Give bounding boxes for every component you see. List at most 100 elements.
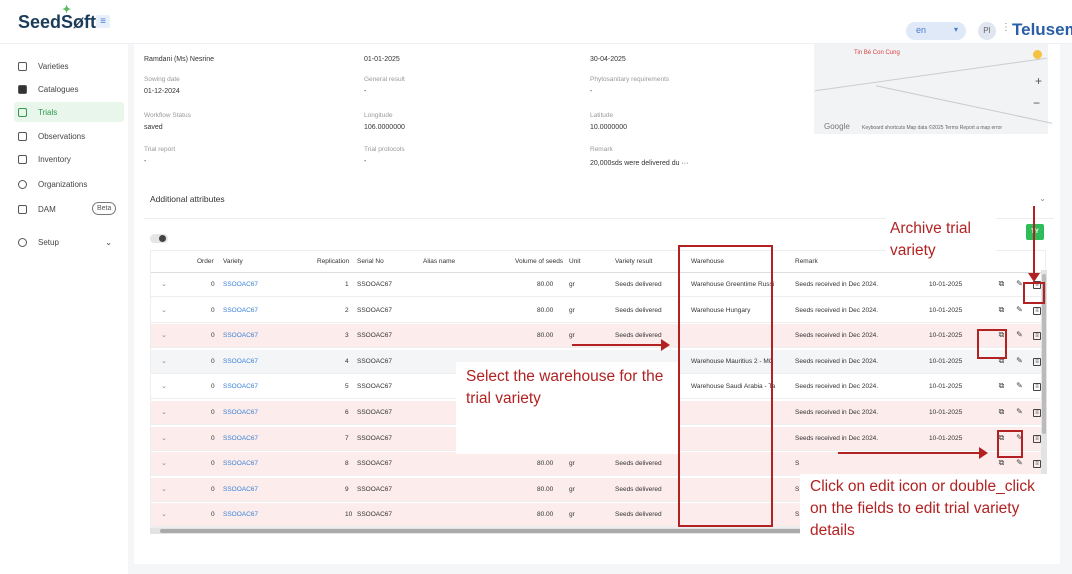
copy-icon[interactable]: ⧉ (997, 381, 1006, 391)
cell-variety[interactable]: SSOOAC67 (223, 307, 258, 314)
sidebar-item-observations[interactable]: Observations (18, 126, 118, 146)
cell-serial[interactable]: SSOOAC67 (357, 383, 392, 390)
menu-toggle-icon[interactable]: ≡ (96, 15, 110, 28)
cell-remark[interactable]: S (795, 460, 799, 467)
avatar[interactable]: PI (978, 22, 996, 40)
cell-variety[interactable]: SSOOAC67 (223, 409, 258, 416)
cell-remark[interactable]: Seeds received in Dec 2024. (795, 435, 878, 442)
table-row[interactable]: ⌄ 0 SSOOAC67 2 SSOOAC67 80.00 gr Seeds delivere… (151, 299, 1045, 323)
table-row[interactable]: ⌄ 0 SSOOAC67 1 SSOOAC67 80.00 gr Seeds delivere… (151, 273, 1045, 297)
location-map[interactable]: Tin Bé Con Cung + − Google Keyboard shor… (814, 44, 1053, 134)
cell-order[interactable]: 0 (211, 435, 215, 442)
cell-remark[interactable]: Seeds received in Dec 2024. (795, 281, 878, 288)
add-trial-variety-button[interactable]: TY (1026, 224, 1044, 240)
cell-volume[interactable]: 80.00 (537, 511, 553, 518)
cell-serial[interactable]: SSOOAC67 (357, 358, 392, 365)
cell-serial[interactable]: SSOOAC67 (357, 332, 392, 339)
cell-variety[interactable]: SSOOAC67 (223, 281, 258, 288)
col-order[interactable]: Order (197, 258, 214, 265)
expand-row-icon[interactable]: ⌄ (161, 408, 167, 416)
col-unit[interactable]: Unit (569, 258, 581, 265)
cell-unit[interactable]: gr (569, 511, 575, 518)
cell-variety[interactable]: SSOOAC67 (223, 435, 258, 442)
cell-variety[interactable]: SSOOAC67 (223, 358, 258, 365)
cell-serial[interactable]: SSOOAC67 (357, 460, 392, 467)
chevron-down-icon[interactable]: ⌄ (1039, 194, 1046, 203)
cell-variety[interactable]: SSOOAC67 (223, 383, 258, 390)
cell-replication[interactable]: 9 (345, 486, 349, 493)
expand-row-icon[interactable]: ⌄ (161, 434, 167, 442)
table-row[interactable]: ⌄ 0 SSOOAC67 8 SSOOAC67 80.00 gr Seeds delivere… (151, 452, 1045, 477)
expand-row-icon[interactable]: ⌄ (161, 485, 167, 493)
cell-result[interactable]: Seeds delivered (615, 460, 662, 467)
cell-unit[interactable]: gr (569, 486, 575, 493)
zoom-in-button[interactable]: + (1035, 74, 1042, 88)
map-attribution[interactable]: Keyboard shortcuts Map data ©2025 Terms … (862, 125, 1002, 131)
copy-icon[interactable]: ⧉ (997, 407, 1006, 417)
cell-order[interactable]: 0 (211, 409, 215, 416)
cell-serial[interactable]: SSOOAC67 (357, 281, 392, 288)
edit-icon[interactable]: ✎ (1015, 330, 1024, 340)
expand-row-icon[interactable]: ⌄ (161, 280, 167, 288)
cell-remark[interactable]: Seeds received in Dec 2024. (795, 383, 878, 390)
copy-icon[interactable]: ⧉ (997, 305, 1006, 315)
cell-remark[interactable]: Seeds received in Dec 2024. (795, 358, 878, 365)
cell-volume[interactable]: 80.00 (537, 332, 553, 339)
archive-icon[interactable]: ≡ (1033, 306, 1041, 315)
copy-icon[interactable]: ⧉ (997, 458, 1006, 468)
cell-replication[interactable]: 6 (345, 409, 349, 416)
sidebar-item-organizations[interactable]: Organizations (18, 174, 118, 194)
cell-order[interactable]: 0 (211, 511, 215, 518)
cell-order[interactable]: 0 (211, 281, 215, 288)
cell-order[interactable]: 0 (211, 486, 215, 493)
cell-volume[interactable]: 80.00 (537, 307, 553, 314)
cell-variety[interactable]: SSOOAC67 (223, 332, 258, 339)
archive-icon[interactable]: ≡ (1033, 357, 1041, 366)
cell-result[interactable]: Seeds delivered (615, 332, 662, 339)
sidebar-item-varieties[interactable]: Varieties (18, 56, 118, 76)
col-remark[interactable]: Remark (795, 258, 818, 265)
cell-replication[interactable]: 1 (345, 281, 349, 288)
archive-icon[interactable]: ≡ (1033, 383, 1041, 392)
cell-volume[interactable]: 80.00 (537, 460, 553, 467)
cell-result[interactable]: Seeds delivered (615, 307, 662, 314)
cell-remark[interactable]: S (795, 486, 799, 493)
copy-icon[interactable]: ⧉ (997, 279, 1006, 289)
cell-variety[interactable]: SSOOAC67 (223, 460, 258, 467)
expand-row-icon[interactable]: ⌄ (161, 510, 167, 518)
col-volume[interactable]: Volume of seeds (515, 258, 563, 265)
archive-icon[interactable]: ≡ (1033, 409, 1041, 417)
expand-row-icon[interactable]: ⌄ (161, 357, 167, 365)
expand-row-icon[interactable]: ⌄ (161, 382, 167, 390)
cell-replication[interactable]: 2 (345, 307, 349, 314)
cell-variety[interactable]: SSOOAC67 (223, 511, 258, 518)
sidebar-item-setup[interactable]: Setup ⌄ (18, 232, 118, 252)
cell-replication[interactable]: 5 (345, 383, 349, 390)
edit-icon[interactable]: ✎ (1015, 381, 1024, 391)
sidebar-item-inventory[interactable]: Inventory (18, 149, 118, 169)
sidebar-item-trials[interactable]: Trials (14, 102, 124, 122)
cell-unit[interactable]: gr (569, 281, 575, 288)
cell-remark[interactable]: Seeds received in Dec 2024. (795, 409, 878, 416)
cell-replication[interactable]: 8 (345, 460, 349, 467)
cell-order[interactable]: 0 (211, 332, 215, 339)
cell-unit[interactable]: gr (569, 307, 575, 314)
cell-order[interactable]: 0 (211, 383, 215, 390)
cell-serial[interactable]: SSOOAC67 (357, 511, 392, 518)
cell-replication[interactable]: 10 (345, 511, 352, 518)
cell-unit[interactable]: gr (569, 460, 575, 467)
cell-replication[interactable]: 4 (345, 358, 349, 365)
language-select[interactable]: en ▾ (906, 22, 966, 40)
cell-remark[interactable]: Seeds received in Dec 2024. (795, 307, 878, 314)
cell-result[interactable]: Seeds delivered (615, 486, 662, 493)
cell-result[interactable]: Seeds delivered (615, 281, 662, 288)
archive-icon[interactable]: ≡ (1033, 460, 1041, 469)
cell-result[interactable]: Seeds delivered (615, 511, 662, 518)
expand-row-icon[interactable]: ⌄ (161, 331, 167, 339)
edit-icon[interactable]: ✎ (1015, 305, 1024, 315)
view-toggle[interactable] (150, 234, 168, 243)
col-replication[interactable]: Replication (317, 258, 349, 265)
cell-serial[interactable]: SSOOAC67 (357, 307, 392, 314)
cell-serial[interactable]: SSOOAC67 (357, 435, 392, 442)
archive-icon[interactable]: ≡ (1033, 332, 1041, 341)
